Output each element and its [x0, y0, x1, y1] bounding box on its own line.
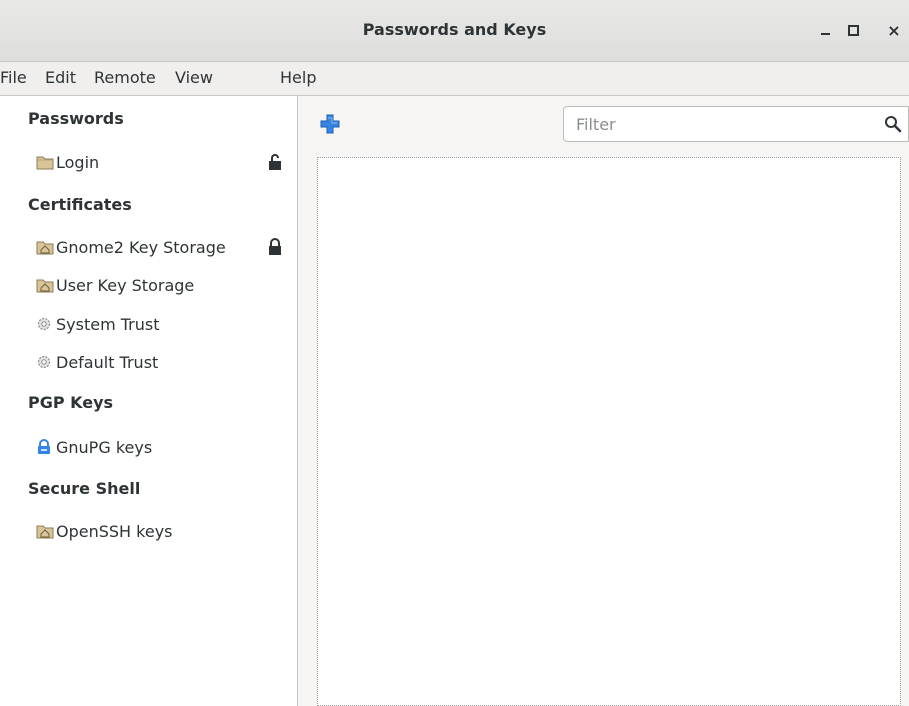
sidebar-item-label: User Key Storage [56, 275, 195, 295]
sidebar-item-user-key-storage[interactable]: User Key Storage [36, 273, 194, 297]
sidebar-item-gnome2-key-storage[interactable]: Gnome2 Key Storage [36, 235, 226, 259]
sidebar-item-label: Login [56, 152, 100, 172]
menu-remote[interactable]: Remote [94, 68, 156, 87]
close-button[interactable]: × [882, 18, 906, 42]
gear-icon [37, 317, 51, 331]
unlocked-padlock-icon[interactable] [268, 153, 282, 171]
pgp-key-icon [38, 439, 50, 454]
filter-input[interactable]: Filter [563, 106, 909, 142]
section-heading-passwords: Passwords [28, 109, 124, 128]
search-icon[interactable] [884, 115, 902, 133]
sidebar-item-login[interactable]: Login [36, 150, 99, 174]
section-heading-certificates: Certificates [28, 195, 132, 214]
folder-icon [36, 156, 54, 170]
minimize-button[interactable] [813, 18, 837, 42]
menu-help[interactable]: Help [280, 68, 316, 87]
home-folder-icon [36, 241, 54, 255]
menu-edit[interactable]: Edit [45, 68, 76, 87]
sidebar-item-label: System Trust [56, 314, 160, 334]
sidebar: Passwords Login Certificates Gnome2 Key … [0, 96, 298, 706]
filter-placeholder: Filter [576, 115, 616, 134]
minimize-icon [820, 33, 830, 35]
menu-view[interactable]: View [175, 68, 213, 87]
close-icon: × [887, 20, 901, 40]
sidebar-item-system-trust[interactable]: System Trust [36, 312, 160, 336]
sidebar-item-default-trust[interactable]: Default Trust [36, 350, 158, 374]
home-folder-icon [36, 279, 54, 293]
section-heading-secure-shell: Secure Shell [28, 479, 141, 498]
sidebar-item-label: Default Trust [56, 352, 159, 372]
title-bar[interactable]: Passwords and Keys × [0, 0, 909, 62]
locked-padlock-icon[interactable] [268, 238, 282, 256]
maximize-icon [847, 24, 859, 36]
window-title: Passwords and Keys [362, 20, 547, 39]
add-icon[interactable] [319, 113, 341, 135]
key-list[interactable] [317, 157, 901, 706]
sidebar-item-openssh-keys[interactable]: OpenSSH keys [36, 519, 173, 543]
menu-file[interactable]: File [0, 68, 27, 87]
sidebar-item-label: GnuPG keys [56, 437, 153, 457]
sidebar-item-label: OpenSSH keys [56, 521, 173, 541]
home-folder-icon [36, 525, 54, 539]
section-heading-pgp-keys: PGP Keys [28, 393, 114, 412]
menu-bar: File Edit Remote View Help [0, 62, 909, 96]
maximize-button[interactable] [841, 18, 865, 42]
main-pane: Filter [299, 96, 909, 706]
sidebar-item-label: Gnome2 Key Storage [56, 237, 226, 257]
gear-icon [37, 355, 51, 369]
sidebar-item-gnupg-keys[interactable]: GnuPG keys [36, 435, 152, 459]
app-window: Passwords and Keys × File Edit Remote Vi… [0, 0, 909, 706]
